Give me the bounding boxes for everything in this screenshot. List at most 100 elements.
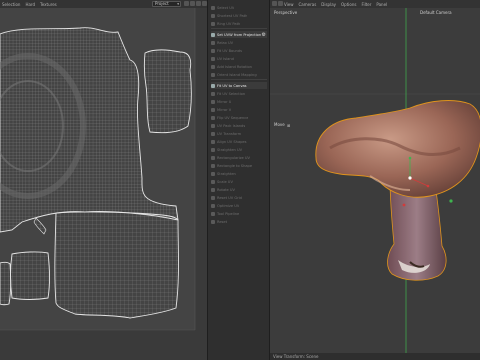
tool-item[interactable]: Scale UV xyxy=(211,178,267,185)
uv-view-dropdown-value: Project xyxy=(155,1,169,6)
tool-item-label: UV Pack Islands xyxy=(217,123,246,128)
tool-item-label: Fit UV Bounds xyxy=(217,48,242,53)
uv-canvas[interactable] xyxy=(0,8,207,360)
tool-item[interactable]: Fit UV Selection xyxy=(211,90,267,97)
tool-item-label: Tool Pipeline xyxy=(217,211,240,216)
tool-separator xyxy=(211,28,267,29)
tool-item[interactable]: Set UVW from Projection ⚙ xyxy=(211,31,267,38)
tool-icon xyxy=(211,171,215,176)
uv-menu-hard[interactable]: Hard xyxy=(25,2,35,7)
tool-item[interactable]: Reset xyxy=(211,218,267,225)
camera-label[interactable]: Default Camera xyxy=(420,10,452,15)
viewport-menu-view[interactable]: View xyxy=(284,2,294,7)
tool-item[interactable]: UV Island xyxy=(211,55,267,62)
tool-item-label: Set UVW from Projection xyxy=(217,32,262,37)
tool-item[interactable]: Rectangularize UV xyxy=(211,154,267,161)
viewport-footer: View Transform: Scene xyxy=(270,353,480,360)
viewport-menu-cameras[interactable]: Cameras xyxy=(299,2,317,7)
tool-item-label: Add Island Rotation xyxy=(217,64,252,69)
tool-item-label: Shortest UV Path xyxy=(217,13,248,18)
tool-item-label: Rotate UV xyxy=(217,187,235,192)
tool-item[interactable]: Flip UV Sequence xyxy=(211,114,267,121)
chevron-down-icon: ▾ xyxy=(177,2,179,6)
tool-item[interactable]: Rectangle to Shape xyxy=(211,162,267,169)
tool-item-label: Mirror V xyxy=(217,107,232,112)
tool-item[interactable]: Mirror U xyxy=(211,98,267,105)
tool-item[interactable]: Relax UV xyxy=(211,39,267,46)
tool-separator xyxy=(211,79,267,80)
tool-item[interactable]: Orient Island Mapping xyxy=(211,71,267,78)
uv-tool-icon[interactable] xyxy=(196,1,201,6)
tool-item-label: Flip UV Sequence xyxy=(217,115,249,120)
tool-item[interactable]: Ring UV Path xyxy=(211,20,267,27)
uv-menu-selection[interactable]: Selection xyxy=(2,2,20,7)
tool-item[interactable]: UV Pack Islands xyxy=(211,122,267,129)
tool-item[interactable]: Align UV Shapes xyxy=(211,138,267,145)
uv-tools-panel: Select UV Shortest UV Path Ring UV Path Set… xyxy=(207,0,270,360)
uv-island-small-b xyxy=(54,211,179,319)
tool-item[interactable]: UV Transform xyxy=(211,130,267,137)
uv-island-small-a xyxy=(143,49,192,134)
tool-icon xyxy=(211,155,215,160)
tool-icon xyxy=(211,72,215,77)
tool-icon xyxy=(211,56,215,61)
viewport-menu-filter[interactable]: Filter xyxy=(361,2,371,7)
tool-item-label: UV Island xyxy=(217,56,234,61)
uv-tool-icon[interactable] xyxy=(184,1,189,6)
viewport-menu-display[interactable]: Display xyxy=(321,2,336,7)
viewport-icons xyxy=(272,1,283,6)
viewport-nav-icon[interactable] xyxy=(278,1,283,6)
uv-view-dropdown[interactable]: Project ▾ xyxy=(152,1,181,7)
tool-item-label: Align UV Shapes xyxy=(217,139,247,144)
tool-item-label: Rectangle to Shape xyxy=(217,163,253,168)
tool-item-label: Reset xyxy=(217,219,228,224)
uv-tool-icon[interactable] xyxy=(190,1,195,6)
tool-icon xyxy=(211,203,215,208)
viewport-menu-options[interactable]: Options xyxy=(341,2,356,7)
tool-item-label: Straighten xyxy=(217,171,236,176)
tool-icon xyxy=(211,13,215,18)
tool-item[interactable]: Straighten UV xyxy=(211,146,267,153)
tool-item-label: Optimize UV xyxy=(217,203,240,208)
tool-icon xyxy=(211,5,215,10)
tool-icon xyxy=(211,91,215,96)
tool-icon xyxy=(211,219,215,224)
viewport-mode-label: Perspective xyxy=(274,10,298,15)
move-label: Move xyxy=(274,122,285,127)
uv-menu-textures[interactable]: Textures xyxy=(40,2,57,7)
tool-icon xyxy=(211,195,215,200)
tool-icon xyxy=(211,147,215,152)
uv-island-small-c xyxy=(10,251,50,300)
tool-item[interactable]: Mirror V xyxy=(211,106,267,113)
move-tool-icon[interactable]: ⊞ xyxy=(287,123,291,128)
tool-item[interactable]: Fit UV to Canvas xyxy=(211,82,267,89)
viewport-menu-panel[interactable]: Panel xyxy=(376,2,387,7)
tool-item-label: Scale UV xyxy=(217,179,233,184)
tool-item[interactable]: Rotate UV xyxy=(211,186,267,193)
tool-icon xyxy=(211,48,215,53)
tool-icon xyxy=(211,179,215,184)
tool-icon xyxy=(211,139,215,144)
tool-icon xyxy=(211,163,215,168)
gizmo-center[interactable] xyxy=(408,176,412,180)
tool-icon xyxy=(211,123,215,128)
viewport-menubar: View Cameras Display Options Filter Pane… xyxy=(270,0,480,8)
tool-item[interactable]: Optimize UV xyxy=(211,202,267,209)
tool-item[interactable]: Select UV xyxy=(211,4,267,11)
tool-item-label: Orient Island Mapping xyxy=(217,72,257,77)
tool-item-label: Fit UV Selection xyxy=(217,91,246,96)
tool-item[interactable]: Add Island Rotation xyxy=(211,63,267,70)
tool-icon xyxy=(211,211,215,216)
tool-item-label: Fit UV to Canvas xyxy=(217,83,247,88)
tool-item[interactable]: Straighten xyxy=(211,170,267,177)
tool-item[interactable]: Shortest UV Path xyxy=(211,12,267,19)
uv-island-small-d xyxy=(0,261,12,306)
tool-item-label: Straighten UV xyxy=(217,147,243,152)
tool-item[interactable]: Fit UV Bounds xyxy=(211,47,267,54)
viewport-canvas[interactable] xyxy=(270,8,480,360)
tool-icon xyxy=(211,131,215,136)
tool-item[interactable]: Reset UV Grid xyxy=(211,194,267,201)
viewport-nav-icon[interactable] xyxy=(272,1,277,6)
gear-icon[interactable]: ⚙ xyxy=(262,32,266,38)
tool-item[interactable]: Tool Pipeline xyxy=(211,210,267,217)
